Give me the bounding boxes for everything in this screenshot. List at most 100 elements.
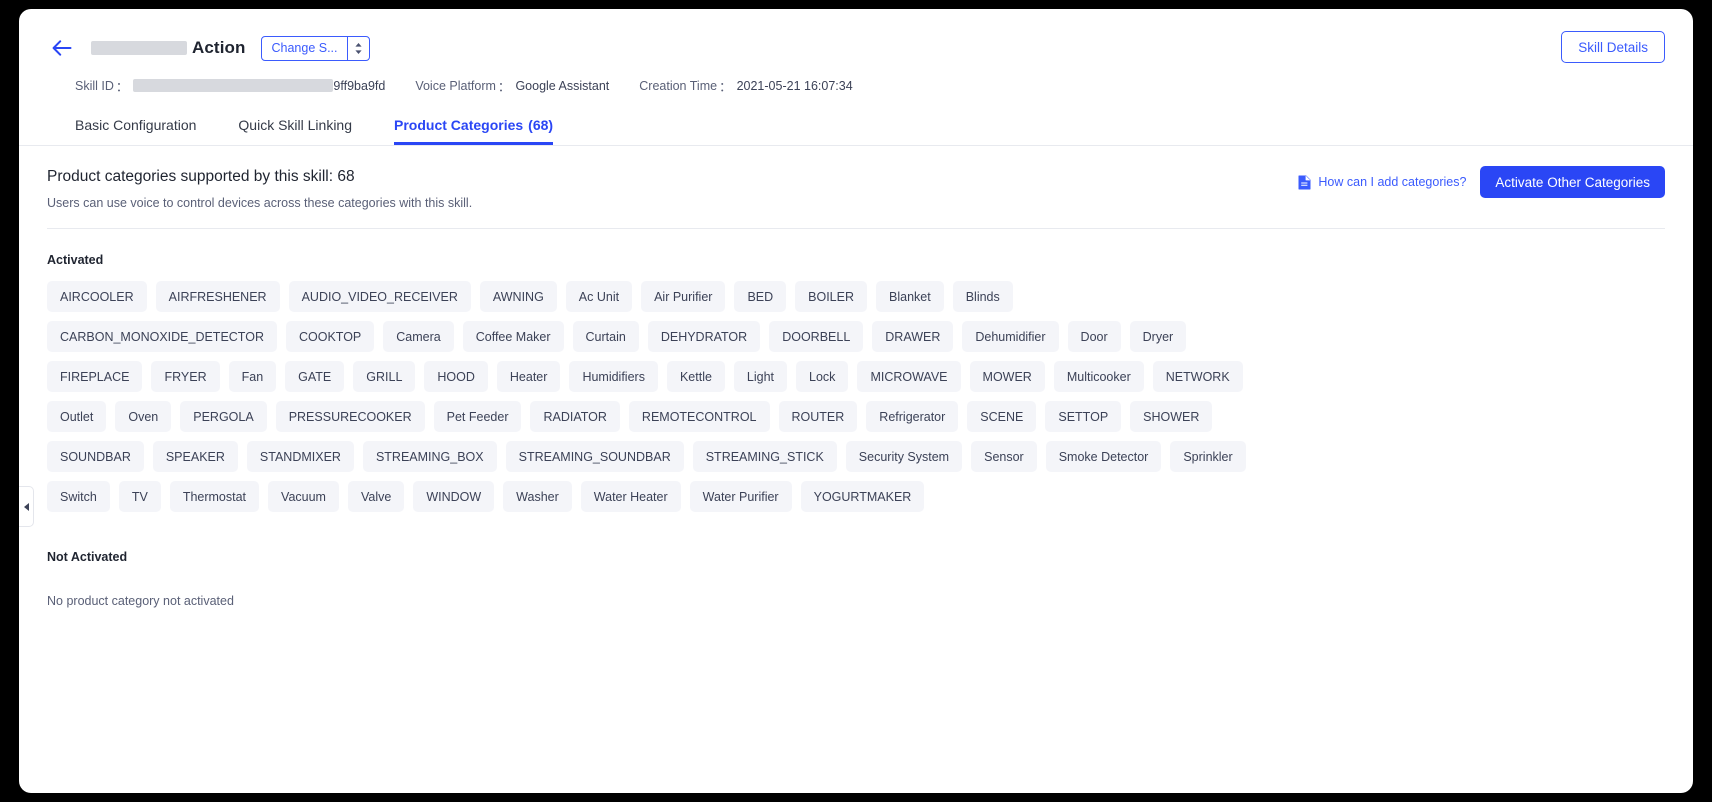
categories-section-header: Product categories supported by this ski… <box>47 146 1665 229</box>
activated-category-chip[interactable]: Water Purifier <box>689 481 792 512</box>
activated-category-chip[interactable]: HOOD <box>424 361 488 392</box>
activated-category-chip[interactable]: Washer <box>503 481 572 512</box>
activated-category-chip[interactable]: Switch <box>47 481 110 512</box>
redacted-skill-id <box>133 79 334 92</box>
not-activated-empty-text: No product category not activated <box>47 594 234 608</box>
activated-category-chip[interactable]: STREAMING_STICK <box>692 441 837 472</box>
activated-category-chip[interactable]: Dryer <box>1129 321 1187 352</box>
tab-product-categories[interactable]: Product Categories (68) <box>394 117 554 145</box>
activated-category-chip[interactable]: SOUNDBAR <box>47 441 144 472</box>
activated-category-chip[interactable]: PRESSURECOOKER <box>275 401 425 432</box>
activated-category-chip[interactable]: Security System <box>845 441 963 472</box>
activated-category-chip[interactable]: Oven <box>115 401 172 432</box>
tab-count: (68) <box>528 117 554 133</box>
activated-category-chip[interactable]: AIRFRESHENER <box>155 281 280 312</box>
skill-details-label: Skill Details <box>1578 39 1648 55</box>
activated-category-chip[interactable]: BED <box>734 281 787 312</box>
activated-category-chip[interactable]: PERGOLA <box>180 401 267 432</box>
activated-category-chip[interactable]: Dehumidifier <box>962 321 1059 352</box>
activated-category-chip[interactable]: Lock <box>796 361 849 392</box>
chevron-updown-icon <box>346 36 369 60</box>
activated-category-chip[interactable]: Light <box>733 361 788 392</box>
activated-category-chip[interactable]: NETWORK <box>1152 361 1243 392</box>
activated-category-chip[interactable]: SCENE <box>967 401 1037 432</box>
activated-category-chip[interactable]: SHOWER <box>1130 401 1213 432</box>
activated-category-chip[interactable]: AIRCOOLER <box>47 281 147 312</box>
activated-category-chip[interactable]: TV <box>118 481 161 512</box>
activated-category-chip[interactable]: FIREPLACE <box>47 361 143 392</box>
activated-category-chip[interactable]: SPEAKER <box>152 441 238 472</box>
activated-category-chip[interactable]: Curtain <box>572 321 639 352</box>
activated-category-chip[interactable]: Door <box>1067 321 1121 352</box>
activated-category-chip[interactable]: CARBON_MONOXIDE_DETECTOR <box>47 321 277 352</box>
activated-category-chip[interactable]: Fan <box>228 361 277 392</box>
activated-category-chip[interactable]: Blanket <box>876 281 944 312</box>
activated-category-chip[interactable]: COOKTOP <box>285 321 375 352</box>
activated-category-chip[interactable]: Pet Feeder <box>433 401 522 432</box>
activated-category-chip[interactable]: Sprinkler <box>1170 441 1246 472</box>
page-body: Product categories supported by this ski… <box>19 146 1693 608</box>
not-activated-section: Not Activated No product category not ac… <box>47 550 1665 608</box>
activated-category-chip[interactable]: SETTOP <box>1045 401 1122 432</box>
activated-category-chip[interactable]: Sensor <box>971 441 1037 472</box>
activated-category-chip[interactable]: Kettle <box>666 361 725 392</box>
activated-category-chip[interactable]: DOORBELL <box>769 321 864 352</box>
activated-category-chip[interactable]: MICROWAVE <box>857 361 961 392</box>
activated-category-chip[interactable]: AWNING <box>479 281 557 312</box>
activated-category-chip[interactable]: STANDMIXER <box>246 441 354 472</box>
back-arrow-icon[interactable] <box>49 35 75 61</box>
activated-category-chip[interactable]: Coffee Maker <box>462 321 564 352</box>
activated-category-chip[interactable]: Smoke Detector <box>1045 441 1162 472</box>
tab-basic-configuration[interactable]: Basic Configuration <box>75 117 196 145</box>
activated-category-chip[interactable]: DRAWER <box>872 321 954 352</box>
activated-category-chip[interactable]: REMOTECONTROL <box>628 401 770 432</box>
activated-category-chip[interactable]: Camera <box>383 321 454 352</box>
meta-separator: ： <box>719 80 732 94</box>
activated-category-chip[interactable]: Thermostat <box>169 481 260 512</box>
not-activated-label: Not Activated <box>47 550 128 564</box>
tab-quick-skill-linking[interactable]: Quick Skill Linking <box>238 117 352 145</box>
activated-category-chip[interactable]: BOILER <box>795 281 867 312</box>
activated-category-chip[interactable]: ROUTER <box>778 401 858 432</box>
meta-voice-platform: Voice Platform ： Google Assistant <box>415 76 609 95</box>
sidebar-collapse-handle[interactable] <box>19 486 34 527</box>
activated-category-chip[interactable]: Blinds <box>952 281 1013 312</box>
activated-category-chip[interactable]: FRYER <box>151 361 220 392</box>
skill-meta-row: Skill ID ： 9ff9ba9fd Voice Platform ： Go… <box>75 76 1665 95</box>
section-header-actions: How can I add categories? Activate Other… <box>1298 166 1665 198</box>
activated-category-chip[interactable]: MOWER <box>969 361 1045 392</box>
activated-category-chip[interactable]: Water Heater <box>580 481 681 512</box>
activated-category-chip[interactable]: DEHYDRATOR <box>647 321 761 352</box>
activate-other-categories-button[interactable]: Activate Other Categories <box>1480 166 1665 198</box>
activated-category-chip[interactable]: STREAMING_BOX <box>362 441 497 472</box>
meta-creation-time-value: 2021-05-21 16:07:34 <box>736 78 853 93</box>
activated-category-chip[interactable]: GRILL <box>353 361 416 392</box>
skill-details-button[interactable]: Skill Details <box>1561 31 1665 63</box>
tab-label: Quick Skill Linking <box>238 117 353 133</box>
activated-category-chip[interactable]: Multicooker <box>1053 361 1144 392</box>
activated-category-chip[interactable]: Humidifiers <box>569 361 658 392</box>
activated-category-chip[interactable]: AUDIO_VIDEO_RECEIVER <box>288 281 471 312</box>
activated-section: Activated AIRCOOLER AIRFRESHENER AUDIO_VID… <box>47 253 1665 512</box>
activated-category-chip[interactable]: Valve <box>347 481 405 512</box>
activated-category-chip[interactable]: STREAMING_SOUNDBAR <box>505 441 684 472</box>
activated-category-chip[interactable]: Heater <box>496 361 561 392</box>
activated-category-chip[interactable]: Refrigerator <box>866 401 959 432</box>
tab-bar: Basic Configuration Quick Skill Linking … <box>75 111 1665 145</box>
activated-category-list: AIRCOOLER AIRFRESHENER AUDIO_VIDEO_RECEIVE… <box>47 281 1247 512</box>
activated-category-chip[interactable]: GATE <box>285 361 345 392</box>
activated-category-chip[interactable]: Air Purifier <box>641 281 726 312</box>
activated-category-chip[interactable]: Ac Unit <box>565 281 633 312</box>
activated-category-chip[interactable]: WINDOW <box>413 481 495 512</box>
activated-category-chip[interactable]: RADIATOR <box>530 401 620 432</box>
change-skill-label: Change S... <box>271 41 338 55</box>
meta-separator: ： <box>115 80 129 94</box>
meta-creation-time-label: Creation Time <box>639 78 718 93</box>
how-can-i-add-categories-link[interactable]: How can I add categories? <box>1298 175 1466 190</box>
meta-voice-platform-label: Voice Platform <box>415 78 496 93</box>
meta-separator: ： <box>497 80 511 94</box>
activated-category-chip[interactable]: Vacuum <box>268 481 339 512</box>
activated-category-chip[interactable]: YOGURTMAKER <box>800 481 925 512</box>
activated-category-chip[interactable]: Outlet <box>47 401 107 432</box>
change-skill-select[interactable]: Change S... <box>261 35 370 61</box>
